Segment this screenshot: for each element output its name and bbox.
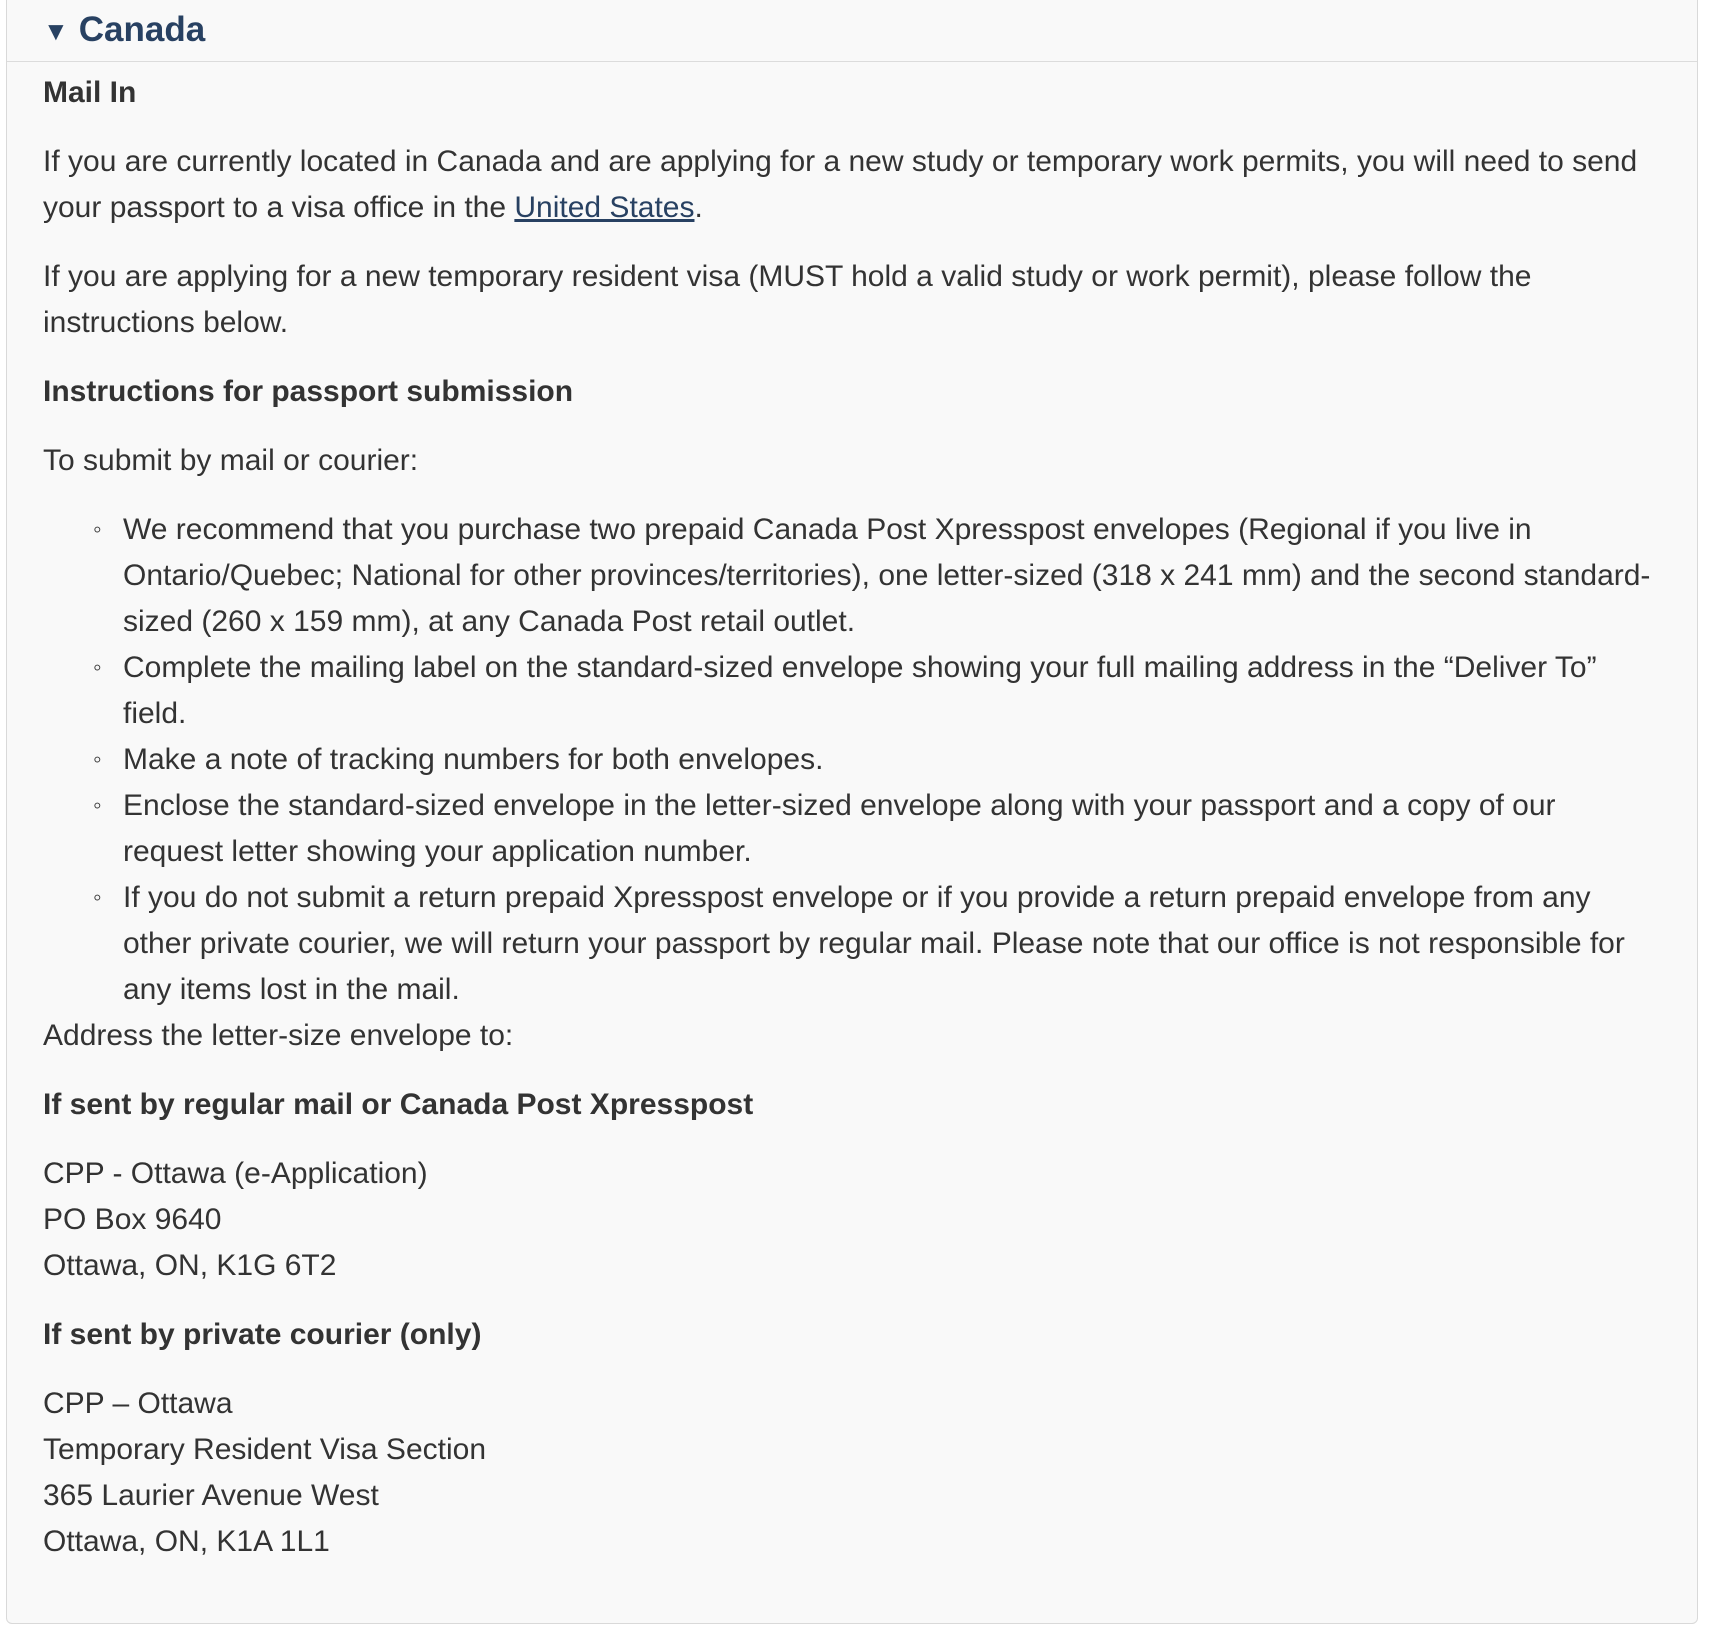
trv-paragraph: If you are applying for a new temporary … [43, 260, 1532, 339]
instructions-heading: Instructions for passport submission [43, 375, 574, 408]
caret-down-icon: ▼ [43, 15, 69, 46]
section-content: Mail In If you are currently located in … [7, 70, 1697, 1565]
address-line: PO Box 9640 [43, 1203, 222, 1236]
instructions-intro: To submit by mail or courier: [43, 444, 419, 477]
list-item: We recommend that you purchase two prepa… [93, 507, 1657, 645]
canada-details-panel: ▼ Canada Mail In If you are currently lo… [6, 0, 1698, 1624]
instruction-steps-list: We recommend that you purchase two prepa… [43, 507, 1657, 1013]
list-item: Make a note of tracking numbers for both… [93, 737, 1657, 783]
address-line: 365 Laurier Avenue West [43, 1479, 379, 1512]
section-title: Canada [78, 10, 206, 49]
location-paragraph: If you are currently located in Canada a… [43, 139, 1657, 231]
address-line: Ottawa, ON, K1A 1L1 [43, 1525, 330, 1558]
location-text-end: . [694, 191, 703, 224]
address-line: Temporary Resident Visa Section [43, 1433, 486, 1466]
canada-section-toggle[interactable]: ▼ Canada [7, 0, 1697, 62]
address-line: CPP – Ottawa [43, 1387, 233, 1420]
united-states-link[interactable]: United States [514, 191, 694, 224]
address-intro: Address the letter-size envelope to: [43, 1019, 514, 1052]
list-item: Complete the mailing label on the standa… [93, 645, 1657, 737]
address-line: CPP - Ottawa (e-Application) [43, 1157, 428, 1190]
courier-heading: If sent by private courier (only) [43, 1318, 482, 1351]
mail-in-heading: Mail In [43, 76, 137, 109]
list-item: If you do not submit a return prepaid Xp… [93, 875, 1657, 1013]
address-line: Ottawa, ON, K1G 6T2 [43, 1249, 337, 1282]
regular-mail-address: CPP - Ottawa (e-Application) PO Box 9640… [43, 1151, 1657, 1289]
regular-mail-heading: If sent by regular mail or Canada Post X… [43, 1088, 754, 1121]
list-item: Enclose the standard-sized envelope in t… [93, 783, 1657, 875]
location-text: If you are currently located in Canada a… [43, 145, 1638, 224]
courier-address: CPP – Ottawa Temporary Resident Visa Sec… [43, 1381, 1657, 1565]
